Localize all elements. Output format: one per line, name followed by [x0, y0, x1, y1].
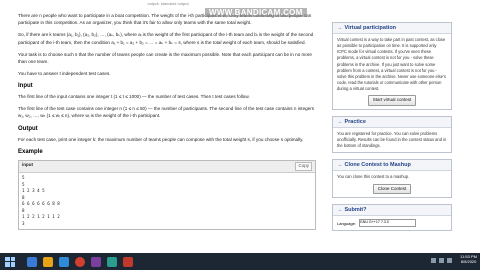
record-icon[interactable] — [123, 256, 133, 267]
recorder-watermark: WWW.BANDICAM.COM — [205, 8, 307, 17]
submit-title: → Submit? — [333, 205, 451, 217]
edge-browser-icon[interactable] — [59, 256, 69, 267]
taskbar-apps — [27, 256, 133, 267]
example-header: input Copy — [19, 161, 315, 174]
virtual-participation-box: → Virtual participation Virtual contest i… — [332, 22, 452, 111]
clone-contest-box: → Clone Contest to Mashup You can clone t… — [332, 159, 452, 199]
windows-start-icon[interactable] — [5, 256, 15, 267]
statement-paragraph-3: Your task is to choose such s that the n… — [18, 51, 312, 64]
statement-paragraph-2: So, if there are k teams (a₁, b₁), (a₂, … — [18, 32, 314, 45]
output-heading: Output — [18, 125, 38, 132]
arrow-right-icon: → — [337, 162, 343, 169]
system-tray — [431, 258, 452, 263]
example-box: input Copy 5 5 1 2 3 4 5 8 6 6 6 6 6 6 8… — [18, 160, 316, 231]
app-icon[interactable] — [107, 256, 117, 267]
practice-title: → Practice — [333, 117, 451, 129]
input-heading: Input — [18, 82, 33, 89]
example-input-label: input — [22, 162, 33, 168]
clone-contest-text: You can clone this contest to a mashup. … — [333, 171, 451, 197]
virtual-participation-title: → Virtual participation — [333, 23, 451, 34]
language-select[interactable]: GNU G++17 7.3.0 — [358, 219, 416, 228]
example-heading: Example — [18, 148, 43, 155]
folder-icon[interactable] — [43, 256, 53, 267]
input-paragraph-2: The first line of the test case contains… — [18, 106, 315, 119]
output-paragraph: For each test case, print one integer k:… — [18, 136, 304, 142]
arrow-right-icon: → — [337, 119, 343, 126]
clock[interactable]: 11:53 PM 8/5/2020 — [460, 254, 477, 264]
arrow-right-icon: → — [337, 25, 343, 31]
file-explorer-icon[interactable] — [27, 256, 37, 267]
arrow-right-icon: → — [337, 207, 343, 214]
right-sidebar: → Virtual participation Virtual contest i… — [332, 0, 452, 237]
network-icon — [431, 258, 436, 263]
virtual-participation-text: Virtual contest is a way to take part in… — [333, 34, 451, 109]
example-input-body: 5 5 1 2 3 4 5 8 6 6 6 6 6 6 8 8 8 1 2 2 … — [19, 173, 315, 229]
start-virtual-contest-button[interactable]: Start virtual contest — [367, 95, 417, 107]
input-paragraph-1: The first line of the input contains one… — [18, 94, 250, 100]
output-label: output: standard output — [147, 1, 189, 6]
app-icon[interactable] — [91, 256, 101, 267]
windows-taskbar: 11:53 PM 8/5/2020 — [0, 253, 480, 270]
example-line: 3 — [22, 220, 25, 226]
copy-button[interactable]: Copy — [295, 162, 312, 172]
statement-paragraph-4: You have to answer t independent test ca… — [18, 70, 111, 76]
practice-text: You are registered for practice. You can… — [337, 131, 447, 149]
volume-icon — [439, 258, 444, 263]
language-label: Language: — [337, 220, 356, 226]
problem-statement: output: standard output There are n peop… — [18, 0, 318, 253]
clone-contest-title: → Clone Contest to Mashup — [333, 160, 451, 172]
submit-box: → Submit? Language: GNU G++17 7.3.0 — [332, 204, 452, 232]
practice-box: → Practice You are registered for practic… — [332, 116, 452, 154]
clock-date: 8/5/2020 — [460, 259, 477, 265]
clone-contest-button[interactable]: Clone Contest — [372, 183, 412, 195]
language-row: Language: GNU G++17 7.3.0 — [333, 216, 451, 230]
battery-icon — [447, 258, 452, 263]
browser-viewport: output: standard output There are n peop… — [0, 0, 480, 253]
chrome-icon[interactable] — [75, 256, 85, 267]
